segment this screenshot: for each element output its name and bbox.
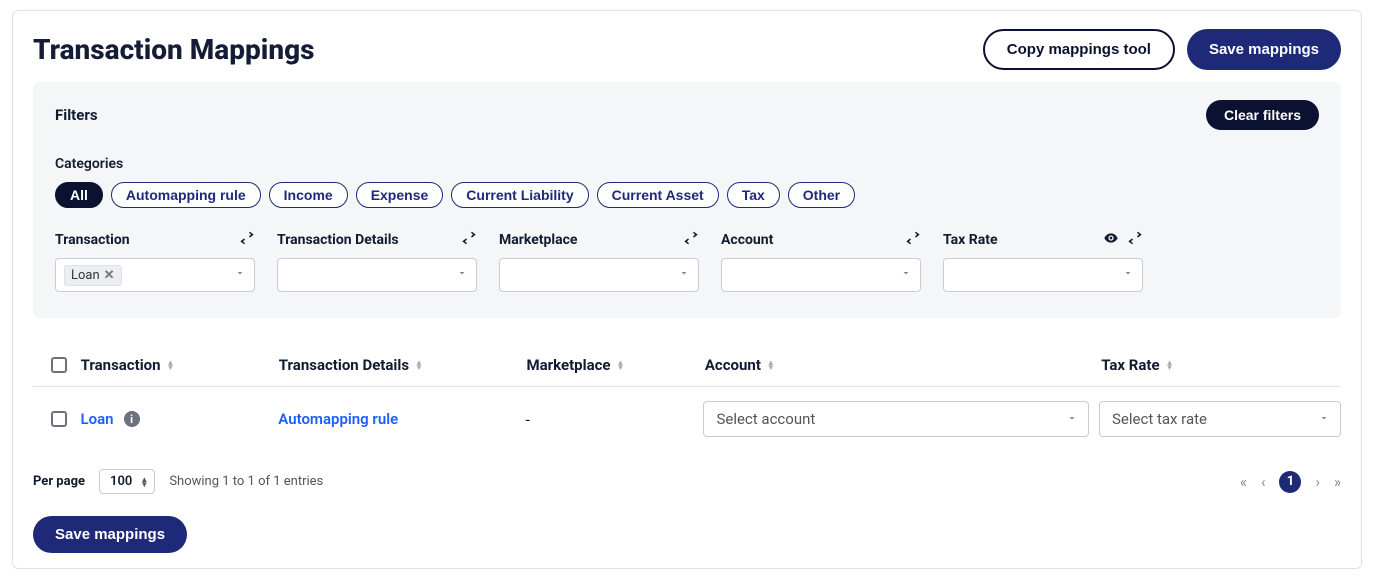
- info-icon[interactable]: i: [124, 411, 140, 427]
- th-account[interactable]: Account: [705, 356, 761, 374]
- eye-icon[interactable]: [1103, 230, 1119, 250]
- swap-icon[interactable]: [1127, 230, 1143, 250]
- category-chip-expense[interactable]: Expense: [356, 182, 444, 208]
- sort-icon: ▲▼: [1166, 360, 1174, 370]
- sort-icon: ▲▼: [167, 360, 175, 370]
- category-chip-income[interactable]: Income: [269, 182, 348, 208]
- category-chips: All Automapping rule Income Expense Curr…: [55, 182, 1319, 208]
- sort-icon: ▲▼: [617, 360, 625, 370]
- remove-tag-icon[interactable]: ✕: [104, 268, 115, 283]
- filter-details-label: Transaction Details: [277, 232, 399, 248]
- pager-first[interactable]: «: [1240, 473, 1247, 491]
- entries-text: Showing 1 to 1 of 1 entries: [169, 474, 323, 489]
- filter-account-label: Account: [721, 232, 773, 248]
- sort-icon: ▲▼: [767, 360, 775, 370]
- pagination: « ‹ 1 › »: [1240, 471, 1341, 493]
- select-all-checkbox[interactable]: [51, 357, 67, 373]
- pager-next[interactable]: ›: [1315, 473, 1320, 491]
- pager-prev[interactable]: ‹: [1261, 473, 1266, 491]
- row-marketplace: -: [525, 410, 529, 429]
- sort-icon: ▲▼: [415, 360, 423, 370]
- filters-panel: Filters Clear filters Categories All Aut…: [33, 82, 1341, 318]
- swap-icon[interactable]: [239, 230, 255, 250]
- row-checkbox[interactable]: [51, 411, 67, 427]
- filters-label: Filters: [55, 106, 98, 124]
- per-page-label: Per page: [33, 474, 85, 489]
- swap-icon[interactable]: [461, 230, 477, 250]
- filter-details-select[interactable]: [277, 258, 477, 292]
- swap-icon[interactable]: [905, 230, 921, 250]
- copy-mappings-tool-button[interactable]: Copy mappings tool: [983, 29, 1175, 70]
- filter-transaction-tag: Loan ✕: [64, 265, 122, 286]
- chevron-down-icon: [900, 267, 912, 283]
- category-chip-other[interactable]: Other: [788, 182, 855, 208]
- stepper-icon: ▲▼: [140, 477, 148, 487]
- filter-marketplace-label: Marketplace: [499, 232, 577, 248]
- category-chip-tax[interactable]: Tax: [727, 182, 780, 208]
- row-transaction-link[interactable]: Loan: [81, 410, 114, 428]
- th-taxrate[interactable]: Tax Rate: [1101, 356, 1159, 374]
- page-title: Transaction Mappings: [33, 33, 315, 66]
- categories-label: Categories: [55, 156, 1319, 172]
- chevron-down-icon: [1122, 267, 1134, 283]
- mappings-table: Transaction ▲▼ Transaction Details ▲▼ Mark…: [33, 346, 1341, 451]
- filter-marketplace-select[interactable]: [499, 258, 699, 292]
- filter-transaction-select[interactable]: Loan ✕: [55, 258, 255, 292]
- chevron-down-icon: [234, 267, 246, 283]
- filter-transaction-label: Transaction: [55, 232, 130, 248]
- transaction-mappings-panel: Transaction Mappings Copy mappings tool …: [12, 10, 1362, 569]
- row-details-link[interactable]: Automapping rule: [278, 410, 398, 428]
- pager-last[interactable]: »: [1334, 473, 1341, 491]
- filter-taxrate-select[interactable]: [943, 258, 1143, 292]
- row-tax-select[interactable]: Select tax rate: [1099, 401, 1341, 437]
- table-row: Loan i Automapping rule - Select account: [33, 387, 1341, 451]
- filter-taxrate-label: Tax Rate: [943, 232, 998, 248]
- category-chip-automapping[interactable]: Automapping rule: [111, 182, 261, 208]
- th-transaction[interactable]: Transaction: [81, 356, 161, 374]
- category-chip-current-asset[interactable]: Current Asset: [597, 182, 719, 208]
- th-marketplace[interactable]: Marketplace: [526, 356, 610, 374]
- save-mappings-button-top[interactable]: Save mappings: [1187, 29, 1341, 70]
- filter-account-select[interactable]: [721, 258, 921, 292]
- swap-icon[interactable]: [683, 230, 699, 250]
- pager-page-current[interactable]: 1: [1279, 471, 1301, 493]
- chevron-down-icon: [1318, 410, 1330, 428]
- chevron-down-icon: [1066, 410, 1078, 428]
- per-page-select[interactable]: 100 ▲▼: [99, 469, 155, 494]
- th-details[interactable]: Transaction Details: [279, 356, 409, 374]
- chevron-down-icon: [456, 267, 468, 283]
- category-chip-current-liability[interactable]: Current Liability: [451, 182, 588, 208]
- category-chip-all[interactable]: All: [55, 182, 103, 208]
- save-mappings-button-bottom[interactable]: Save mappings: [33, 516, 187, 553]
- row-account-select[interactable]: Select account: [703, 401, 1089, 437]
- clear-filters-button[interactable]: Clear filters: [1206, 100, 1319, 130]
- chevron-down-icon: [678, 267, 690, 283]
